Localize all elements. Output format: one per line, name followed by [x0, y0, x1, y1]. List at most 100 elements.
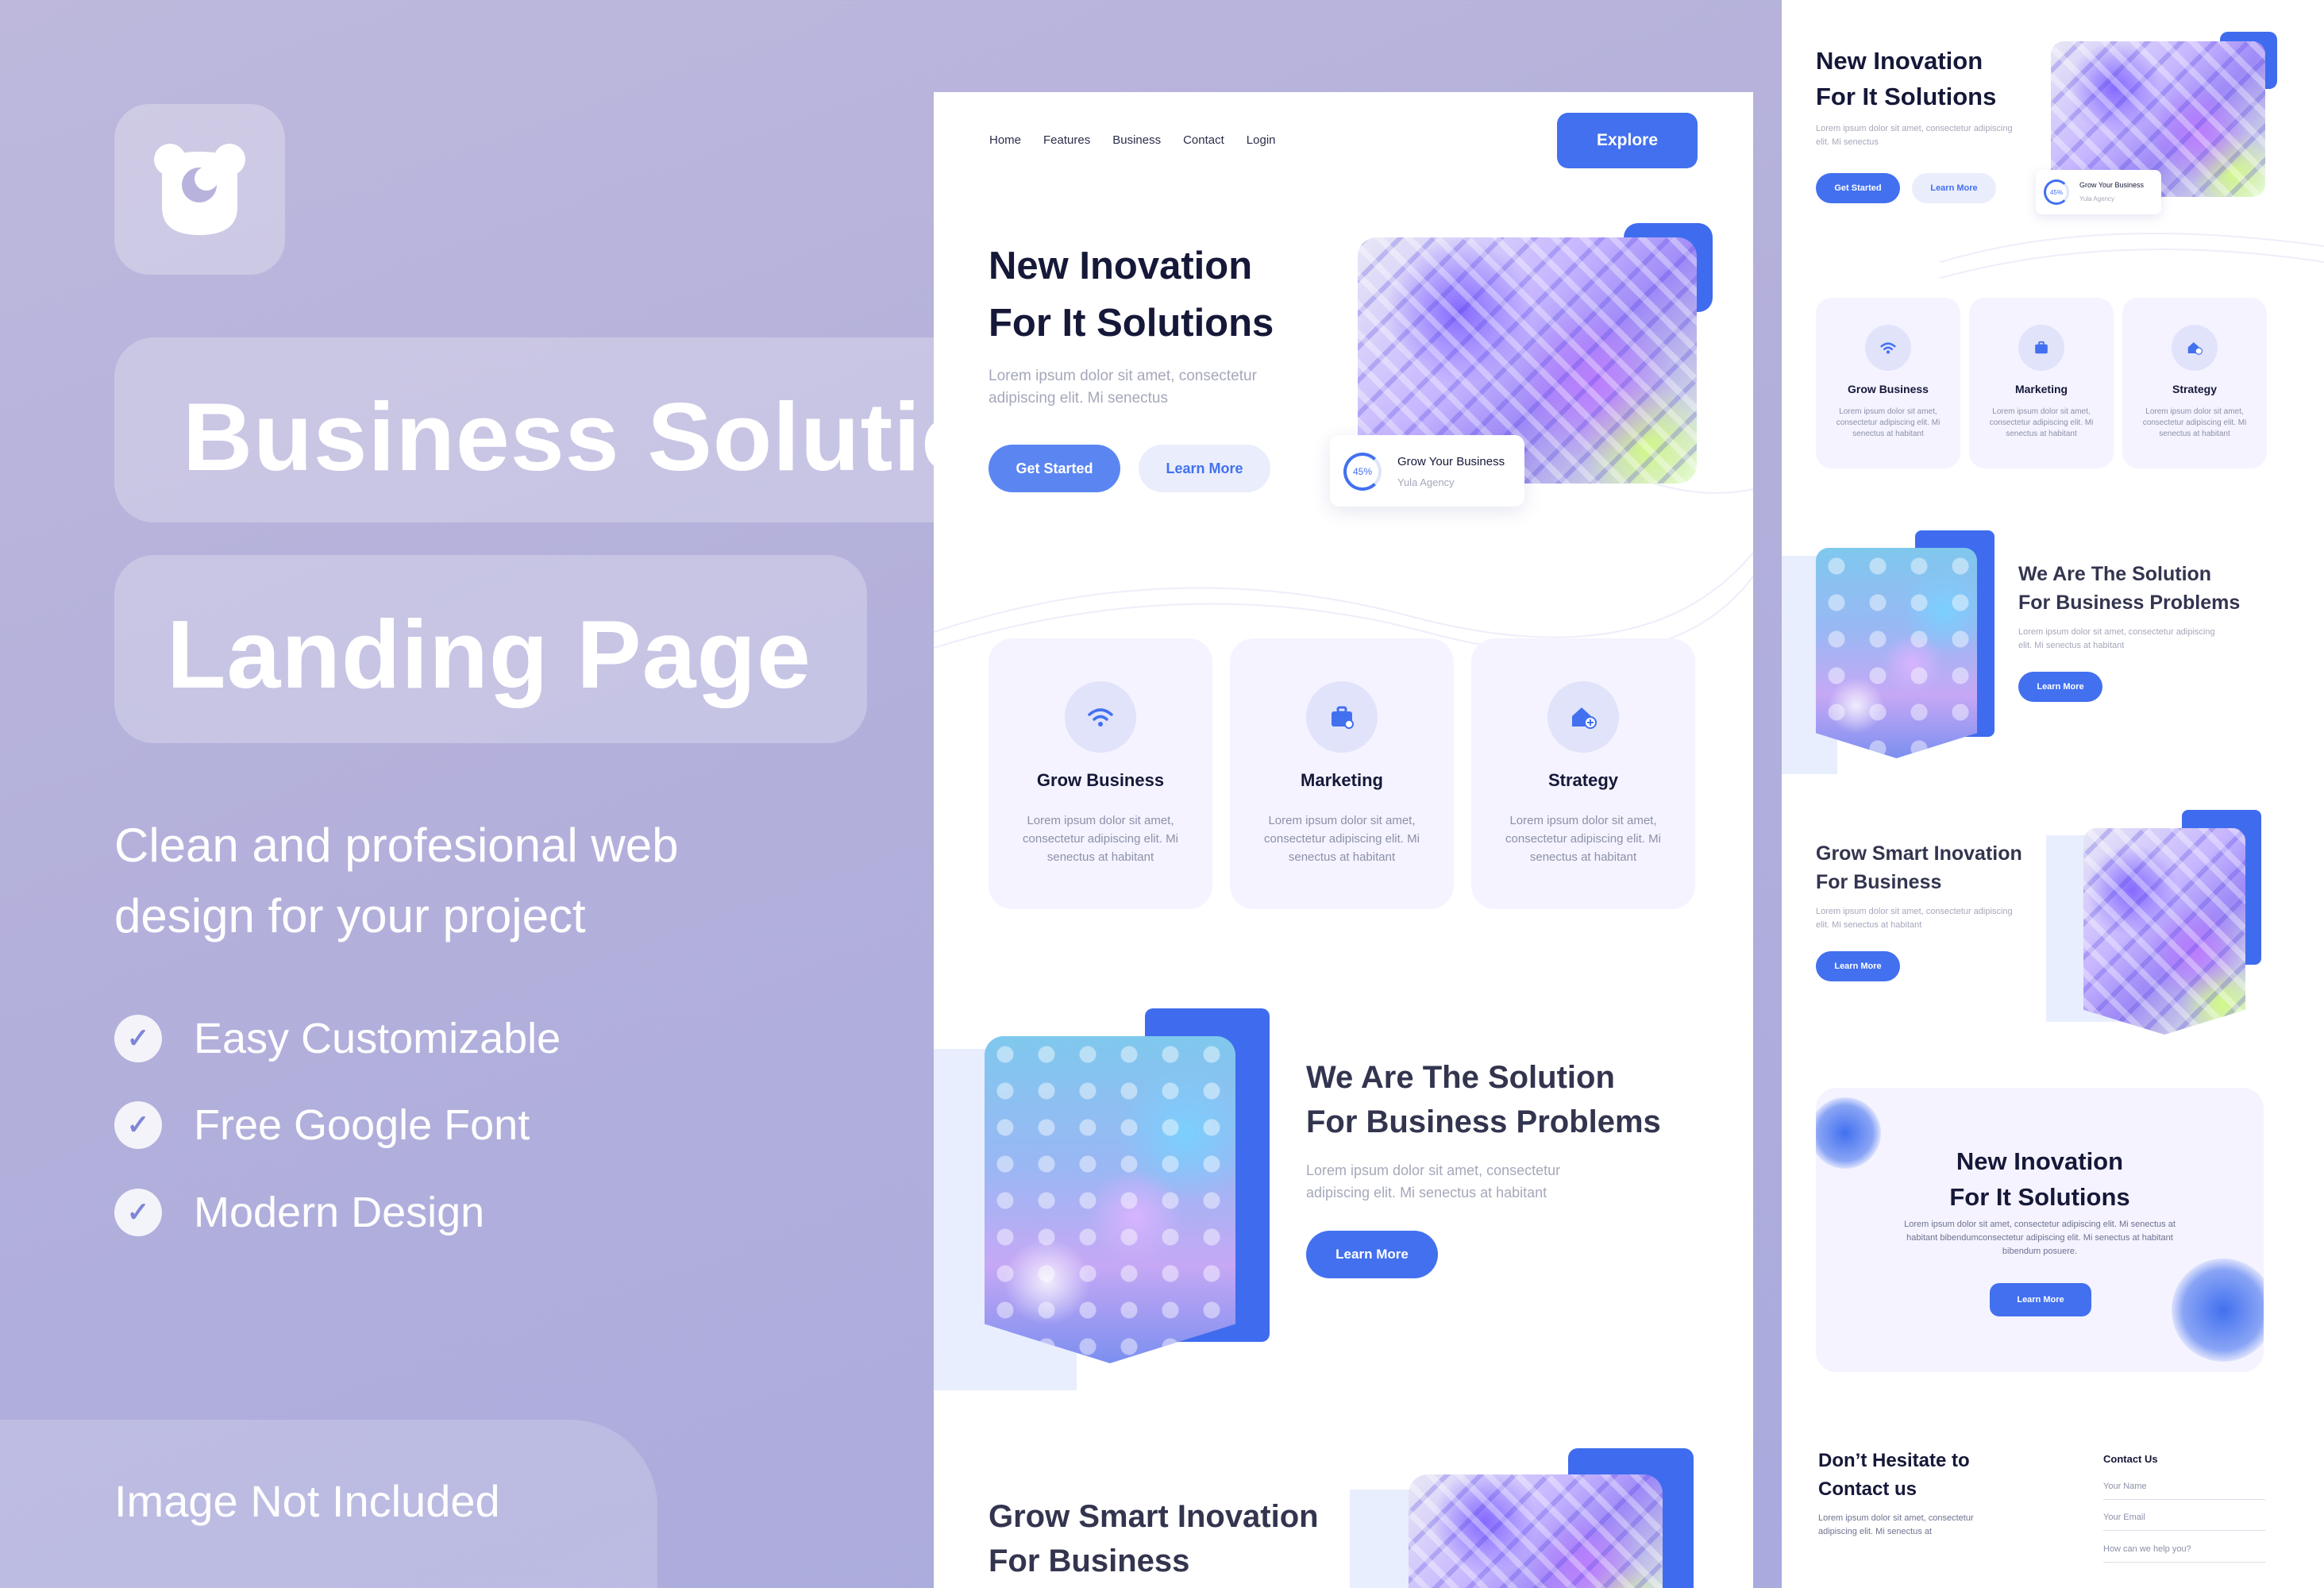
email-field[interactable]: Your Email — [2103, 1513, 2265, 1531]
feature-item: ✓ Easy Customizable — [114, 1014, 561, 1063]
side-cta-title-line-2: For It Solutions — [1949, 1183, 2130, 1211]
learn-more-button[interactable]: Learn More — [1139, 445, 1270, 492]
side-grow-title-line-2: For Business — [1816, 871, 1942, 893]
house-plus-icon — [1547, 681, 1619, 753]
get-started-button[interactable]: Get Started — [989, 445, 1120, 492]
promo-title-line-1: Business Solutions — [114, 337, 1067, 522]
service-title: Strategy — [1547, 770, 1619, 790]
service-card: Grow Business Lorem ipsum dolor sit amet… — [989, 638, 1212, 909]
nav-contact[interactable]: Contact — [1183, 133, 1224, 147]
solution-title: We Are The Solution For Business Problem… — [1306, 1055, 1661, 1144]
side-solution-learn-more-button[interactable]: Learn More — [2018, 672, 2102, 702]
side-progress-ring: 45% — [2044, 179, 2069, 205]
side-solution-image — [1816, 548, 1977, 758]
stat-title: Grow Your Business — [1397, 455, 1505, 468]
bear-logo-icon — [154, 144, 245, 235]
side-service-title: Grow Business — [1848, 383, 1929, 395]
side-solution-title: We Are The Solution For Business Problem… — [2018, 560, 2240, 617]
side-cta-title: New Inovation For It Solutions — [1816, 1143, 2264, 1215]
side-service-card: Marketing Lorem ipsum dolor sit amet, co… — [1969, 298, 2114, 468]
brand-logo — [114, 104, 285, 275]
solution-title-line-2: For Business Problems — [1306, 1104, 1661, 1139]
hero-title: New Inovation For It Solutions — [989, 237, 1274, 352]
side-grow-learn-more-button[interactable]: Learn More — [1816, 951, 1900, 981]
solution-text: Lorem ipsum dolor sit amet, consectetur … — [1306, 1162, 1561, 1201]
solution-image — [985, 1036, 1235, 1363]
nav-login[interactable]: Login — [1247, 133, 1276, 147]
explore-button[interactable]: Explore — [1557, 113, 1698, 168]
landing-page-overview: New Inovation For It Solutions Lorem ips… — [1782, 0, 2324, 1588]
house-plus-icon — [2172, 325, 2218, 371]
side-service-text: Lorem ipsum dolor sit amet, consectetur … — [1836, 407, 1941, 438]
stat-card: 45% Grow Your Business Yula Agency — [1330, 435, 1524, 507]
promo-title-line-2: Landing Page — [114, 555, 867, 743]
side-contact-title: Don’t Hesitate to Contact us — [1818, 1447, 1970, 1504]
decorative-blob — [2172, 1258, 2264, 1362]
feature-label: Modern Design — [194, 1189, 485, 1236]
side-solution-title-line-2: For Business Problems — [2018, 592, 2241, 614]
side-hero-text: Lorem ipsum dolor sit amet, consectetur … — [1816, 124, 2013, 147]
side-cta-text: Lorem ipsum dolor sit amet, consectetur … — [1904, 1220, 2176, 1256]
briefcase-icon — [2018, 325, 2064, 371]
progress-ring: 45% — [1343, 453, 1382, 491]
side-contact-text: Lorem ipsum dolor sit amet, consectetur … — [1818, 1513, 1974, 1536]
service-title: Marketing — [1301, 770, 1383, 790]
grow-title-line-1: Grow Smart Inovation — [989, 1499, 1319, 1534]
side-grow-image — [2083, 828, 2245, 1035]
grow-image — [1409, 1474, 1663, 1588]
grow-title-line-2: For Business — [989, 1544, 1190, 1578]
contact-form-title: Contact Us — [2103, 1453, 2158, 1465]
side-solution-title-line-1: We Are The Solution — [2018, 563, 2212, 585]
side-stat-title: Grow Your Business — [2079, 181, 2145, 189]
feature-label: Free Google Font — [194, 1101, 530, 1149]
side-stat-card: 45% Grow Your Business Yula Agency — [2036, 170, 2161, 214]
side-grow-title-line-1: Grow Smart Inovation — [1816, 842, 2022, 865]
side-get-started-button[interactable]: Get Started — [1816, 173, 1900, 203]
solution-learn-more-button[interactable]: Learn More — [1306, 1231, 1438, 1278]
side-contact-title-line-2: Contact us — [1818, 1478, 1917, 1500]
main-nav: Home Features Business Contact Login — [989, 133, 1276, 147]
side-service-title: Strategy — [2172, 383, 2218, 395]
hero-title-line-2: For It Solutions — [989, 302, 1274, 345]
message-field[interactable]: How can we help you? — [2103, 1544, 2265, 1563]
promo-subtitle: Clean and profesional web design for you… — [114, 819, 679, 942]
wifi-icon — [1065, 681, 1136, 753]
side-cta-title-line-1: New Inovation — [1956, 1147, 2124, 1175]
landing-page-desktop: Home Features Business Contact Login Exp… — [934, 92, 1753, 1588]
hero-title-line-1: New Inovation — [989, 245, 1253, 287]
service-card: Strategy Lorem ipsum dolor sit amet, con… — [1471, 638, 1695, 909]
nav-features[interactable]: Features — [1043, 133, 1090, 147]
check-icon: ✓ — [114, 1101, 162, 1149]
side-stat-subtitle: Yula Agency — [2079, 195, 2115, 202]
feature-item: ✓ Free Google Font — [114, 1100, 530, 1150]
side-grow-text: Lorem ipsum dolor sit amet, consectetur … — [1816, 907, 2013, 930]
nav-business[interactable]: Business — [1112, 133, 1161, 147]
side-cta-learn-more-button[interactable]: Learn More — [1990, 1283, 2091, 1316]
side-solution-text: Lorem ipsum dolor sit amet, consectetur … — [2018, 627, 2215, 650]
service-text: Lorem ipsum dolor sit amet, consectetur … — [1505, 814, 1661, 864]
nav-home[interactable]: Home — [989, 133, 1021, 147]
side-service-text: Lorem ipsum dolor sit amet, consectetur … — [2142, 407, 2247, 438]
name-field[interactable]: Your Name — [2103, 1482, 2265, 1500]
feature-label: Easy Customizable — [194, 1015, 561, 1062]
feature-item: ✓ Modern Design — [114, 1188, 484, 1237]
stat-subtitle: Yula Agency — [1397, 476, 1455, 488]
side-hero-title: New Inovation For It Solutions — [1816, 43, 1996, 114]
grow-title: Grow Smart Inovation For Business — [989, 1494, 1319, 1583]
solution-title-line-1: We Are The Solution — [1306, 1060, 1615, 1095]
side-service-text: Lorem ipsum dolor sit amet, consectetur … — [1989, 407, 2094, 438]
side-cta-panel: New Inovation For It Solutions Lorem ips… — [1816, 1088, 2264, 1372]
service-text: Lorem ipsum dolor sit amet, consectetur … — [1023, 814, 1178, 864]
note-text: Image Not Included — [114, 1476, 500, 1526]
side-hero-title-line-2: For It Solutions — [1816, 83, 1997, 110]
side-learn-more-button[interactable]: Learn More — [1912, 173, 1996, 203]
hero-text: Lorem ipsum dolor sit amet, consectetur … — [989, 368, 1257, 407]
side-contact-title-line-1: Don’t Hesitate to — [1818, 1450, 1970, 1471]
side-service-card: Grow Business Lorem ipsum dolor sit amet… — [1816, 298, 1960, 468]
service-title: Grow Business — [1036, 770, 1165, 790]
check-icon: ✓ — [114, 1015, 162, 1062]
service-text: Lorem ipsum dolor sit amet, consectetur … — [1264, 814, 1420, 864]
side-grow-title: Grow Smart Inovation For Business — [1816, 839, 2022, 896]
wifi-icon — [1865, 325, 1911, 371]
check-icon: ✓ — [114, 1189, 162, 1236]
